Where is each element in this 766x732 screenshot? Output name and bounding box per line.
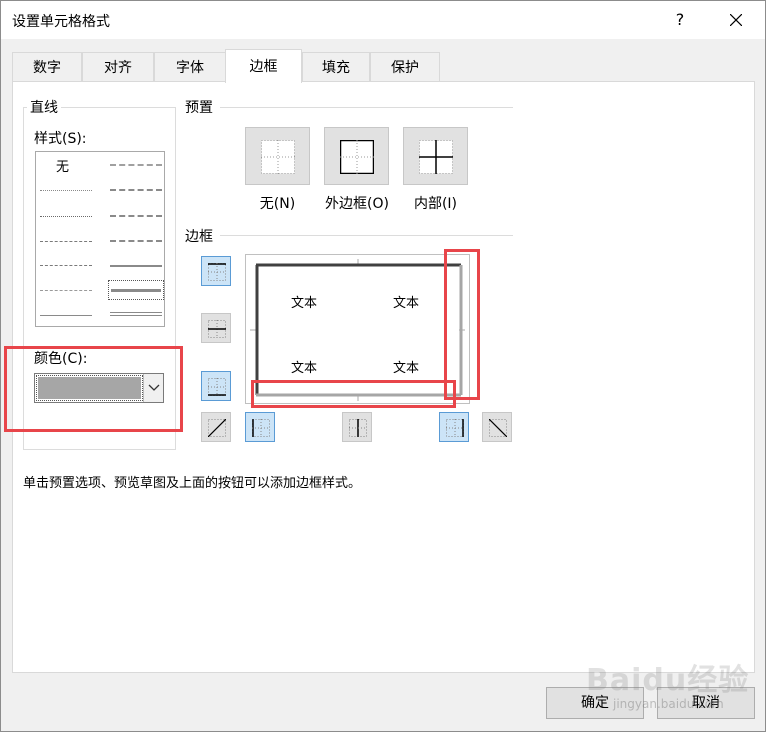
diagonal-up-icon <box>208 419 226 437</box>
line-style-dashed[interactable] <box>40 290 92 291</box>
title-bar: 设置单元格格式 ? <box>1 1 765 39</box>
preset-outline-button[interactable] <box>324 127 389 185</box>
close-button[interactable] <box>716 3 756 37</box>
help-button[interactable]: ? <box>663 3 697 37</box>
border-bottom-button[interactable] <box>201 371 231 401</box>
preview-text: 文本 <box>291 296 318 311</box>
close-icon <box>730 14 742 26</box>
border-inside-vertical-button[interactable] <box>342 412 372 442</box>
line-style-none[interactable]: 无 <box>56 156 69 175</box>
presets-divider <box>220 107 513 108</box>
line-style-hair[interactable] <box>40 190 92 191</box>
format-cells-dialog: 设置单元格格式 ? 数字 对齐 字体 边框 填充 保护 直线 样式(S): 无 <box>0 0 766 732</box>
border-top-icon <box>208 263 226 281</box>
line-style-medium-dash-dot-dot[interactable] <box>110 164 162 166</box>
border-right-button[interactable] <box>439 412 469 442</box>
tab-font[interactable]: 字体 <box>154 52 226 82</box>
line-style-thick-selected[interactable] <box>108 280 164 300</box>
preview-text: 文本 <box>291 361 318 376</box>
line-style-double[interactable] <box>110 312 162 316</box>
border-divider <box>220 235 513 236</box>
line-group-title: 直线 <box>27 97 61 117</box>
tab-border[interactable]: 边框 <box>225 49 302 83</box>
line-style-list[interactable]: 无 <box>35 151 165 327</box>
preset-none-label: 无(N) <box>259 196 296 212</box>
annotation-box-right-border <box>444 249 480 400</box>
preset-outline-icon <box>340 140 374 174</box>
presets-title: 预置 <box>185 97 213 117</box>
tab-fill[interactable]: 填充 <box>302 52 370 82</box>
border-top-button[interactable] <box>201 256 231 286</box>
tab-number[interactable]: 数字 <box>12 52 82 82</box>
line-style-dash-dot[interactable] <box>40 265 92 266</box>
line-style-medium-dashed[interactable] <box>110 240 162 242</box>
tab-protection[interactable]: 保护 <box>370 52 440 82</box>
preset-none-button[interactable] <box>245 127 310 185</box>
preset-inside-icon <box>419 140 453 174</box>
border-bottom-icon <box>208 378 226 396</box>
preset-none-icon <box>261 140 295 174</box>
line-style-medium-dash-dot[interactable] <box>110 215 162 217</box>
border-title: 边框 <box>185 226 213 246</box>
line-style-medium[interactable] <box>110 265 162 267</box>
watermark-url: jingyan.baidu.com <box>613 697 724 711</box>
border-inside-vertical-icon <box>349 419 367 437</box>
hint-text: 单击预置选项、预览草图及上面的按钮可以添加边框样式。 <box>23 476 362 491</box>
border-inside-horizontal-icon <box>208 320 226 338</box>
dialog-title: 设置单元格格式 <box>12 14 110 30</box>
border-left-icon <box>252 419 270 437</box>
border-right-icon <box>446 419 464 437</box>
border-left-button[interactable] <box>245 412 275 442</box>
line-style-slant-dash-dot[interactable] <box>110 189 162 191</box>
preset-inside-button[interactable] <box>403 127 468 185</box>
border-diagonal-up-button[interactable] <box>201 412 231 442</box>
line-style-dotted[interactable] <box>40 216 92 217</box>
line-style-thin[interactable] <box>40 315 92 316</box>
annotation-box-color <box>4 346 183 432</box>
diagonal-down-icon <box>489 419 507 437</box>
annotation-box-bottom-border <box>251 380 456 408</box>
border-diagonal-down-button[interactable] <box>482 412 512 442</box>
border-inside-horizontal-button[interactable] <box>201 313 231 343</box>
watermark-logo: Baidu经验 <box>586 663 750 698</box>
tab-alignment[interactable]: 对齐 <box>82 52 154 82</box>
style-label: 样式(S): <box>34 131 87 147</box>
preview-text: 文本 <box>393 296 420 311</box>
preset-inside-label: 内部(I) <box>413 196 458 212</box>
preset-outline-label: 外边框(O) <box>325 196 389 212</box>
line-style-dash-dot-dot[interactable] <box>40 241 92 242</box>
preview-text: 文本 <box>393 361 420 376</box>
